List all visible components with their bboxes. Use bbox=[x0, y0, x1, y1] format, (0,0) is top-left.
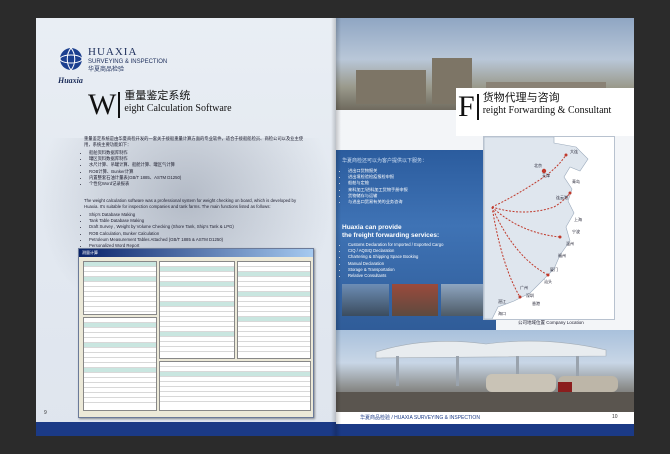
map-city-label: 青岛 bbox=[572, 178, 580, 184]
services-en-list: Customs Declaration for Imported / Expor… bbox=[342, 242, 443, 279]
map-city-label: 海口 bbox=[498, 310, 506, 316]
section-title-en: reight Forwarding & Consultant bbox=[482, 105, 612, 116]
table-row bbox=[238, 347, 310, 352]
section-title-divider bbox=[476, 94, 479, 120]
port-thumbnail-3 bbox=[441, 284, 489, 316]
right-page: F 货物代理与咨询 reight Forwarding & Consultant… bbox=[336, 18, 634, 436]
book-spine-shadow bbox=[331, 18, 341, 436]
map-city-label: 湛江 bbox=[498, 298, 506, 304]
services-panel: 华夏商检还可以为客户提供以下服务： 进出口货物报关 进出境检验检疫报检申报 船舶… bbox=[336, 150, 496, 340]
software-pane-ship-info bbox=[83, 261, 157, 315]
services-head-en-1: Huaxia can provide bbox=[342, 224, 402, 231]
footer-brand-text: 华夏商品检验 / HUAXIA SURVEYING & INSPECTION bbox=[360, 415, 480, 421]
map-city-label: 汕头 bbox=[544, 278, 552, 284]
port-thumbnail-1 bbox=[342, 284, 389, 316]
services-cn-list: 进出口货物报关 进出境检验检疫报检申报 船舶与定舱 来料加工/进料加工货物手册申… bbox=[342, 168, 408, 205]
port-gate-illustration bbox=[336, 340, 634, 412]
map-caption: 公司地域位置 Company Location bbox=[518, 320, 584, 325]
table-row bbox=[84, 307, 156, 312]
footer-bar-right: 华夏商品检验 / HUAXIA SURVEYING & INSPECTION bbox=[336, 412, 634, 436]
brand-block: HUAXIA SURVEYING & INSPECTION 华夏商品检验 bbox=[88, 46, 167, 74]
services-head-en-2: the freight forwarding services: bbox=[342, 232, 440, 239]
left-page: HUAXIA SURVEYING & INSPECTION 华夏商品检验 Hua… bbox=[36, 18, 336, 436]
software-pane-results bbox=[83, 317, 157, 411]
map-city-label: 深圳 bbox=[526, 292, 534, 298]
map-city-label: 香港 bbox=[532, 300, 540, 306]
intro-en-text: The weight calculation software was a pr… bbox=[84, 198, 297, 210]
section-title-weight: W 重量鉴定系统 eight Calculation Software bbox=[88, 90, 232, 120]
page-number-left: 9 bbox=[44, 410, 47, 416]
list-item: 来料加工/进料加工货物手册申报 bbox=[348, 187, 408, 193]
brand-name-cn: 华夏商品检验 bbox=[88, 67, 125, 73]
software-window-title: 测量计算 bbox=[79, 249, 313, 257]
software-screenshot: 测量计算 bbox=[78, 248, 314, 418]
map-city-label: 天津 bbox=[542, 172, 550, 178]
brand-script-logo: Huaxia bbox=[58, 76, 83, 85]
map-city-label: 温州 bbox=[566, 240, 574, 246]
software-pane-summary bbox=[159, 361, 311, 411]
list-item: 个性化Word记录报表 bbox=[89, 181, 306, 187]
brand-name-en: HUAXIA bbox=[88, 46, 138, 58]
section-title-divider bbox=[118, 92, 121, 118]
map-city-label: 厦门 bbox=[550, 266, 558, 272]
map-city-label: 广州 bbox=[520, 284, 528, 290]
map-city-label: 上海 bbox=[574, 216, 582, 222]
table-row bbox=[160, 347, 234, 352]
company-location-map: 北京 天津 大连 青岛 连云港 上海 宁波 温州 福州 厦门 汕头 广州 深圳 … bbox=[483, 136, 615, 320]
table-row bbox=[160, 397, 310, 402]
map-city-label: 福州 bbox=[558, 252, 566, 258]
port-thumbnail-2 bbox=[391, 284, 439, 316]
list-item: Relative Consultants bbox=[348, 273, 443, 279]
table-row bbox=[84, 398, 156, 403]
huaxia-globe-logo-icon bbox=[59, 47, 83, 71]
page-number-right: 10 bbox=[612, 414, 618, 420]
port-gate-photo bbox=[336, 330, 634, 412]
map-city-label: 大连 bbox=[570, 148, 578, 154]
features-cn-list: 船舶资料数据库制作 罐区资料数据库制作 水尺计算、吊罐计算、船舱计算、罐区气计算… bbox=[84, 150, 306, 187]
intro-cn-block: 重量鉴定系统是由华夏商检开发的一套关于接船重量计算方面的专业软件，适合于接船船检… bbox=[84, 136, 306, 187]
footer-stripe bbox=[336, 424, 634, 436]
map-city-label: 北京 bbox=[534, 162, 542, 168]
section-initial-w: W bbox=[88, 88, 117, 121]
services-head-cn: 华夏商检还可以为客户提供以下服务： bbox=[342, 158, 428, 164]
features-en-list: Ship's Database Making Tank Table Databa… bbox=[84, 212, 310, 249]
software-pane-tanks bbox=[237, 261, 311, 359]
section-title-en: eight Calculation Software bbox=[124, 103, 232, 114]
brand-subtitle: SURVEYING & INSPECTION bbox=[88, 59, 168, 65]
building-shape bbox=[356, 70, 426, 104]
intro-en-block: The weight calculation software was a pr… bbox=[84, 198, 310, 249]
list-item: 与进出口贸易有关的业务咨询 bbox=[348, 199, 408, 205]
section-title-cn: 货物代理与咨询 bbox=[482, 92, 560, 104]
map-city-label: 连云港 bbox=[556, 194, 568, 200]
section-title-cn: 重量鉴定系统 bbox=[124, 90, 191, 102]
china-coast-map: 北京 天津 大连 青岛 连云港 上海 宁波 温州 福州 厦门 汕头 广州 深圳 … bbox=[483, 136, 589, 320]
footer-bar-left bbox=[36, 422, 336, 436]
port-thumbnail-strip bbox=[342, 284, 489, 318]
section-initial-f: F bbox=[458, 90, 475, 123]
software-pane-draft bbox=[159, 261, 235, 359]
section-title-freight: F 货物代理与咨询 reight Forwarding & Consultant bbox=[458, 92, 611, 122]
intro-cn-text: 重量鉴定系统是由华夏商检开发的一套关于接船重量计算方面的专业软件，适合于接船船检… bbox=[84, 136, 304, 148]
map-city-label: 宁波 bbox=[572, 228, 580, 234]
